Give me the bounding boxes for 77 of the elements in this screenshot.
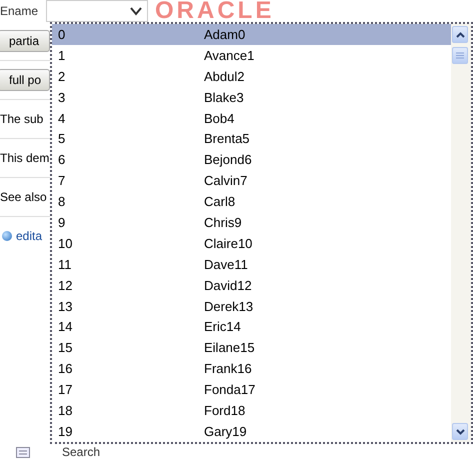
bullet-icon	[2, 231, 12, 241]
id-cell-text: 5	[57, 131, 66, 146]
link[interactable]: edita	[16, 229, 42, 243]
list-row[interactable]: 0 Adam0	[52, 24, 451, 45]
list-row[interactable]: 18 Ford18	[52, 400, 451, 421]
name-cell: Fonda17	[204, 382, 256, 398]
list-row[interactable]: 19 Gary19	[52, 420, 451, 442]
name-cell: Frank16	[204, 361, 252, 376]
name-cell: Avance1	[204, 48, 254, 63]
name-cell: Carl8	[204, 194, 236, 210]
scroll-down-button[interactable]	[452, 423, 468, 440]
id-cell-text: 9	[57, 214, 66, 230]
list-icon	[16, 446, 30, 458]
grip-icon	[456, 52, 464, 59]
scroll-up-button[interactable]	[452, 26, 468, 43]
name-cell: Calvin7	[204, 173, 248, 188]
id-cell-text: 17	[57, 382, 74, 398]
name-cell: Dave11	[204, 256, 248, 272]
list-row[interactable]: 8 Carl8	[52, 191, 451, 212]
id-cell-text: 8	[57, 194, 66, 210]
id-cell-text: 12	[57, 278, 74, 293]
description-text: The sub	[0, 112, 44, 126]
id-cell-text: 19	[57, 424, 74, 439]
id-cell-text: 0	[57, 26, 66, 42]
id-cell-text: 3	[57, 90, 66, 105]
name-cell: Eilane15	[204, 340, 255, 356]
id-cell-text: 18	[57, 402, 74, 418]
scrollbar-thumb[interactable]	[452, 47, 468, 64]
list-row[interactable]: 4 Bob4	[52, 108, 451, 128]
description-text: See also	[0, 190, 47, 204]
list-row[interactable]: 16 Frank16	[52, 358, 451, 380]
list-row[interactable]: 13 Derek13	[52, 296, 451, 316]
name-cell: Adam0	[204, 26, 246, 42]
description-text: This dem	[0, 151, 50, 165]
search-label: Search	[62, 445, 100, 459]
id-cell-text: 4	[57, 110, 66, 126]
name-cell: Bob4	[204, 110, 234, 126]
id-cell-text: 14	[57, 319, 74, 334]
list-row[interactable]: 7 Calvin7	[52, 170, 451, 192]
list-row[interactable]: 5 Brenta5	[52, 128, 451, 150]
name-cell: Blake3	[204, 90, 244, 105]
id-cell-text: 2	[57, 68, 66, 84]
name-cell: Ford18	[204, 402, 246, 418]
list-row[interactable]: 10 Claire10	[52, 232, 451, 254]
list-row[interactable]: 14 Eric14	[52, 316, 451, 338]
name-cell: David12	[204, 278, 252, 293]
name-cell: Abdul2	[204, 68, 244, 84]
name-cell: Gary19	[204, 424, 247, 439]
list-row[interactable]: 11 Dave11	[52, 254, 451, 275]
list-row[interactable]: 3 Blake3	[52, 86, 451, 108]
name-cell: Chris9	[204, 214, 242, 230]
list-row[interactable]: 2 Abdul2	[52, 66, 451, 87]
list-row[interactable]: 9 Chris9	[52, 212, 451, 233]
id-cell-text: 1	[57, 48, 66, 63]
field-label: Ename	[0, 4, 40, 18]
action-button[interactable]: full po	[0, 69, 50, 91]
name-cell: Eric14	[204, 319, 241, 334]
caret-icon	[129, 6, 143, 16]
id-cell-text: 15	[57, 340, 74, 356]
list-row[interactable]: 15 Eilane15	[52, 337, 451, 358]
id-cell-text: 7	[57, 173, 66, 188]
list-row[interactable]: 6 Bejond6	[52, 149, 451, 170]
name-cell: Claire10	[204, 236, 252, 251]
list-row[interactable]: 12 David12	[52, 274, 451, 296]
id-cell-text: 13	[57, 298, 74, 314]
dropdown-field[interactable]	[46, 0, 148, 22]
name-cell: Bejond6	[204, 152, 252, 168]
name-cell: Derek13	[204, 298, 254, 314]
list-row[interactable]: 1 Avance1	[52, 44, 451, 66]
action-button[interactable]: partia	[0, 30, 50, 52]
id-cell-text: 6	[57, 152, 66, 168]
id-cell-text: 11	[57, 256, 72, 272]
name-cell: Brenta5	[204, 131, 250, 146]
list-row[interactable]: 17 Fonda17	[52, 379, 451, 400]
logo: ORACLE	[155, 0, 274, 25]
id-cell-text: 10	[57, 236, 74, 251]
id-cell-text: 16	[57, 361, 74, 376]
